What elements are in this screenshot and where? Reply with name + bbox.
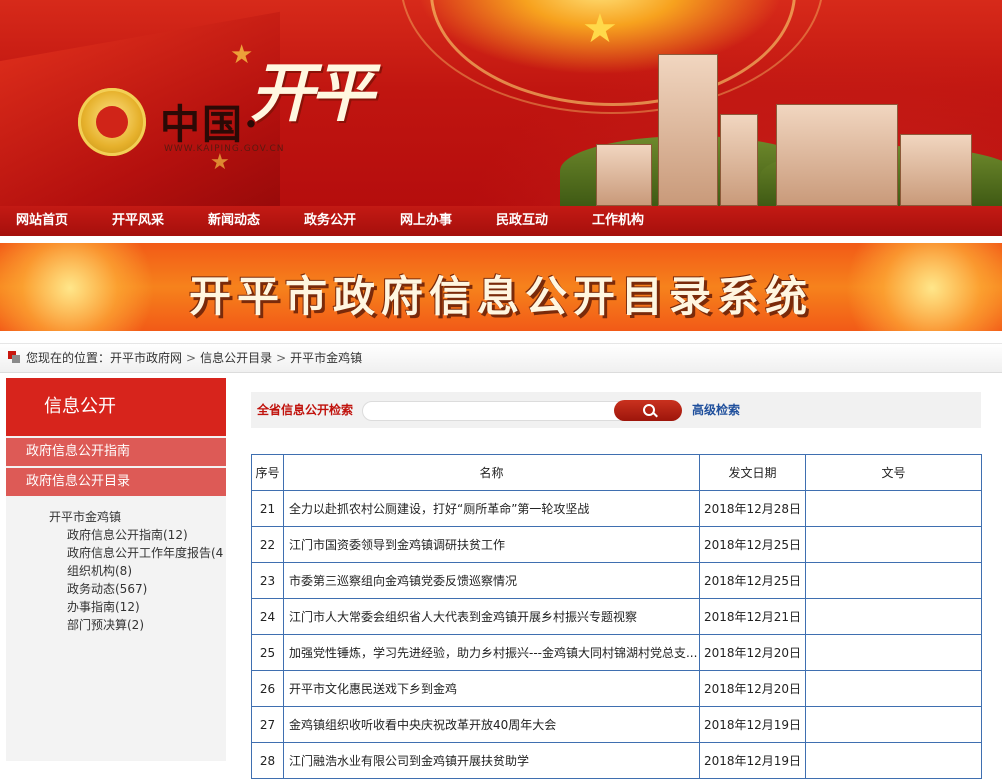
nav-item-home[interactable]: 网站首页 [16, 206, 68, 236]
search-bar: 全省信息公开检索 高级检索 [251, 392, 981, 428]
row-doc-number [805, 706, 982, 743]
row-index: 27 [251, 706, 284, 743]
row-doc-number [805, 598, 982, 635]
title-banner: 开平市政府信息公开目录系统 [0, 243, 1002, 331]
breadcrumb-prefix: 您现在的位置： [26, 351, 111, 365]
building-decoration [900, 134, 972, 206]
tree-item-organization[interactable]: 组织机构(8) [49, 562, 226, 580]
row-title-link[interactable]: 加强党性锤炼，学习先进经验，助力乡村振兴---金鸡镇大同村锦湖村党总支... [283, 634, 700, 671]
nav-item-interaction[interactable]: 民政互动 [496, 206, 548, 236]
search-input[interactable] [362, 401, 626, 421]
header-banner: ★ ★ ★ 中国· 开平 WWW.KAIPING.GOV.CN [0, 0, 1002, 206]
nav-item-online-services[interactable]: 网上办事 [400, 206, 452, 236]
column-header-doc-number: 文号 [805, 454, 982, 491]
row-title-link[interactable]: 金鸡镇组织收听收看中央庆祝改革开放40周年大会 [283, 706, 700, 743]
nav-item-news[interactable]: 新闻动态 [208, 206, 260, 236]
logo-city: 开平 [250, 56, 374, 131]
row-doc-number [805, 634, 982, 671]
main-nav: 网站首页 开平风采 新闻动态 政务公开 网上办事 民政互动 工作机构 [0, 206, 1002, 236]
advanced-search-link[interactable]: 高级检索 [692, 392, 740, 428]
sidebar: 信息公开 政府信息公开指南 政府信息公开目录 开平市金鸡镇 政府信息公开指南(1… [6, 378, 226, 761]
row-index: 23 [251, 562, 284, 599]
logo-url: WWW.KAIPING.GOV.CN [164, 144, 285, 154]
nav-item-agencies[interactable]: 工作机构 [592, 206, 644, 236]
watchtower-decoration [658, 54, 718, 206]
search-label: 全省信息公开检索 [257, 403, 354, 417]
sidebar-item-guide[interactable]: 政府信息公开指南 [6, 436, 226, 466]
row-index: 22 [251, 526, 284, 563]
row-doc-number [805, 562, 982, 599]
search-icon [643, 404, 655, 416]
national-emblem-icon [78, 88, 146, 156]
tree-item-gov-news[interactable]: 政务动态(567) [49, 580, 226, 598]
row-title-link[interactable]: 市委第三巡察组向金鸡镇党委反馈巡察情况 [283, 562, 700, 599]
row-date: 2018年12月25日 [699, 562, 806, 599]
table-row: 23 市委第三巡察组向金鸡镇党委反馈巡察情况 2018年12月25日 [251, 562, 982, 599]
column-header-name: 名称 [283, 454, 700, 491]
row-date: 2018年12月28日 [699, 490, 806, 527]
breadcrumb: 您现在的位置：开平市政府网 > 信息公开目录 > 开平市金鸡镇 [0, 343, 1002, 373]
tree-root[interactable]: 开平市金鸡镇 [49, 508, 226, 526]
row-doc-number [805, 490, 982, 527]
row-title-link[interactable]: 江门市国资委领导到金鸡镇调研扶贫工作 [283, 526, 700, 563]
building-decoration [776, 104, 898, 206]
row-date: 2018年12月19日 [699, 706, 806, 743]
document-table: 序号 名称 发文日期 文号 21 全力以赴抓农村公厕建设，打好“厕所革命”第一轮… [251, 454, 982, 779]
row-doc-number [805, 670, 982, 707]
column-header-index: 序号 [251, 454, 284, 491]
row-title-link[interactable]: 全力以赴抓农村公厕建设，打好“厕所革命”第一轮攻坚战 [283, 490, 700, 527]
row-date: 2018年12月20日 [699, 634, 806, 671]
breadcrumb-separator: > [186, 351, 197, 365]
breadcrumb-item-gov-site[interactable]: 开平市政府网 [110, 351, 182, 365]
breadcrumb-item-catalog[interactable]: 信息公开目录 [200, 351, 272, 365]
table-header-row: 序号 名称 发文日期 文号 [251, 454, 982, 491]
row-date: 2018年12月21日 [699, 598, 806, 635]
location-icon [8, 351, 20, 363]
table-row: 27 金鸡镇组织收听收看中央庆祝改革开放40周年大会 2018年12月19日 [251, 706, 982, 743]
sidebar-heading: 信息公开 [6, 378, 226, 436]
row-title-link[interactable]: 江门市人大常委会组织省人大代表到金鸡镇开展乡村振兴专题视察 [283, 598, 700, 635]
row-date: 2018年12月20日 [699, 670, 806, 707]
nav-item-scenery[interactable]: 开平风采 [112, 206, 164, 236]
sidebar-item-catalog[interactable]: 政府信息公开目录 [6, 466, 226, 496]
star-icon: ★ [582, 6, 618, 52]
table-row: 21 全力以赴抓农村公厕建设，打好“厕所革命”第一轮攻坚战 2018年12月28… [251, 490, 982, 527]
row-doc-number [805, 526, 982, 563]
row-title-link[interactable]: 开平市文化惠民送戏下乡到金鸡 [283, 670, 700, 707]
column-header-date: 发文日期 [699, 454, 806, 491]
logo-prefix: 中国· [160, 101, 260, 148]
breadcrumb-separator: > [276, 351, 287, 365]
category-tree: 开平市金鸡镇 政府信息公开指南(12) 政府信息公开工作年度报告(4 组织机构(… [6, 496, 226, 634]
tree-item-guide[interactable]: 政府信息公开指南(12) [49, 526, 226, 544]
tree-item-budget[interactable]: 部门预决算(2) [49, 616, 226, 634]
row-index: 25 [251, 634, 284, 671]
table-row: 25 加强党性锤炼，学习先进经验，助力乡村振兴---金鸡镇大同村锦湖村党总支..… [251, 634, 982, 671]
row-index: 26 [251, 670, 284, 707]
breadcrumb-item-town[interactable]: 开平市金鸡镇 [290, 351, 362, 365]
page-title: 开平市政府信息公开目录系统 [188, 272, 813, 321]
row-date: 2018年12月25日 [699, 526, 806, 563]
table-row: 22 江门市国资委领导到金鸡镇调研扶贫工作 2018年12月25日 [251, 526, 982, 563]
building-decoration [596, 144, 652, 206]
table-row: 24 江门市人大常委会组织省人大代表到金鸡镇开展乡村振兴专题视察 2018年12… [251, 598, 982, 635]
row-index: 24 [251, 598, 284, 635]
row-index: 21 [251, 490, 284, 527]
nav-item-gov-affairs[interactable]: 政务公开 [304, 206, 356, 236]
search-button[interactable] [614, 400, 682, 421]
tree-item-annual-report[interactable]: 政府信息公开工作年度报告(4 [49, 544, 226, 562]
tree-item-service-guide[interactable]: 办事指南(12) [49, 598, 226, 616]
building-decoration [720, 114, 758, 206]
table-row: 26 开平市文化惠民送戏下乡到金鸡 2018年12月20日 [251, 670, 982, 707]
